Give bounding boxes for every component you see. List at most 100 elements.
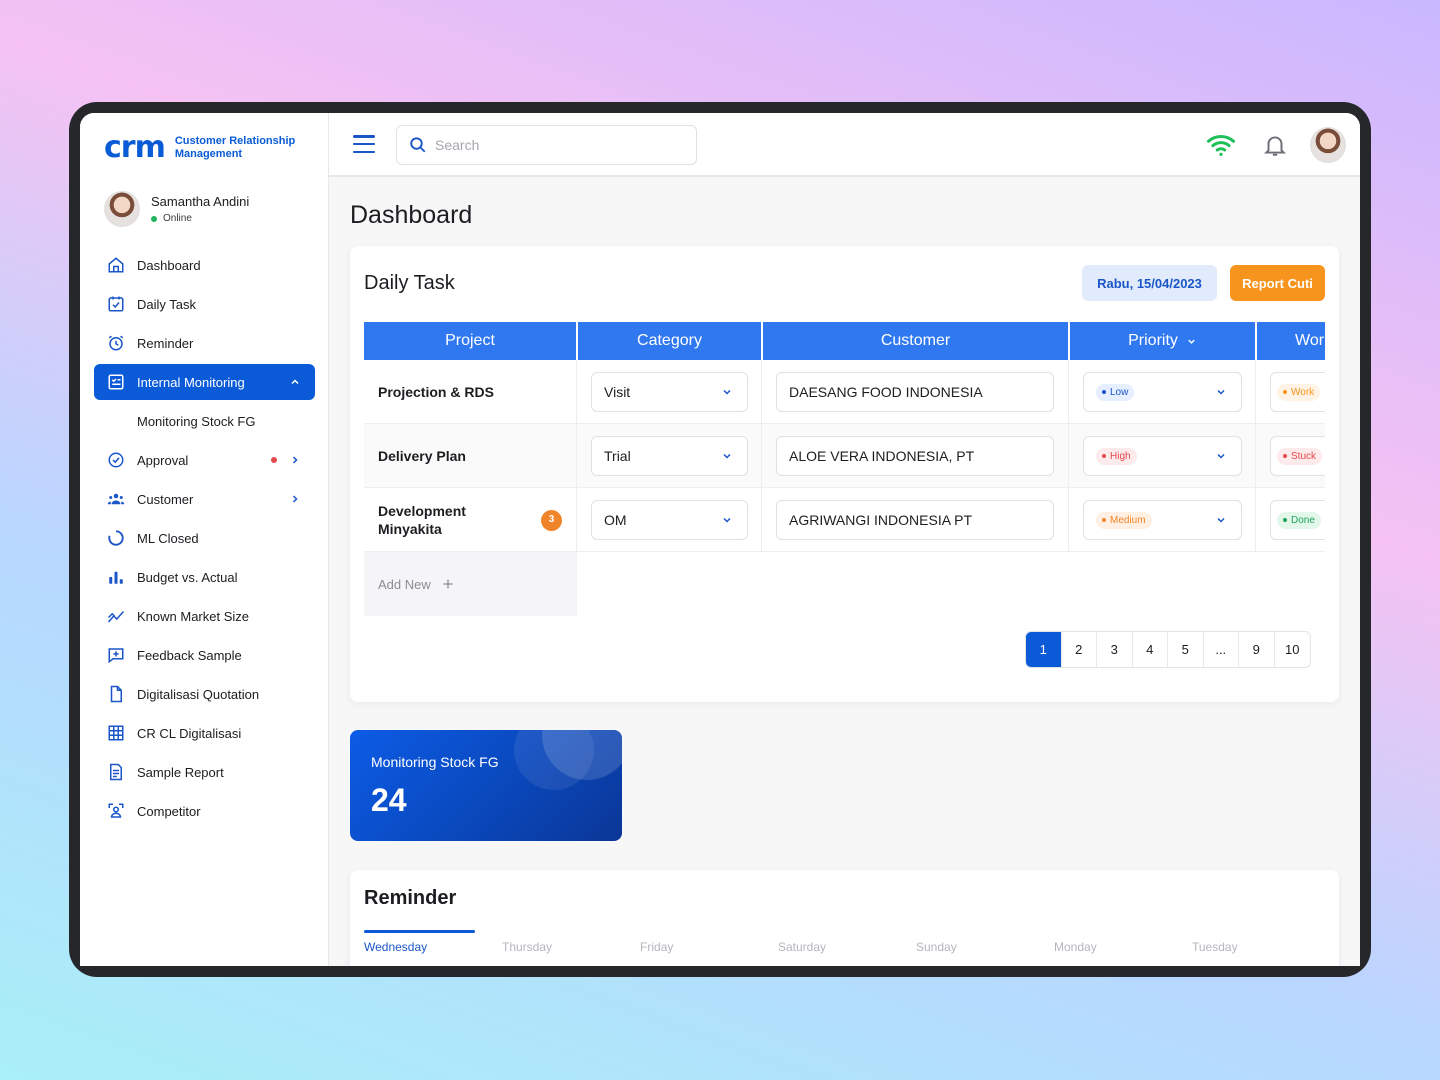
priority-select[interactable]: Low <box>1083 372 1242 412</box>
profile-info: Samantha Andini Online <box>151 194 249 224</box>
bell-icon[interactable] <box>1262 131 1288 159</box>
category-cell: OM <box>577 488 762 552</box>
hamburger-menu-icon[interactable] <box>353 135 375 153</box>
page-button-4[interactable]: 4 <box>1133 632 1168 667</box>
report-icon <box>106 762 126 782</box>
sidebar-item-digitalisasi-quotation[interactable]: Digitalisasi Quotation <box>94 676 315 712</box>
sidebar-item-label: Feedback Sample <box>137 647 242 663</box>
sidebar-item-label: Competitor <box>137 803 201 819</box>
tab-saturday[interactable]: Saturday <box>778 930 916 954</box>
sidebar-item-feedback-sample[interactable]: Feedback Sample <box>94 637 315 673</box>
sidebar-item-known-market-size[interactable]: Known Market Size <box>94 598 315 634</box>
chevron-down-icon <box>1188 339 1195 344</box>
user-profile[interactable]: Samantha Andini Online <box>104 191 249 227</box>
add-new-row-button[interactable]: Add New <box>364 552 577 616</box>
column-header-customer[interactable]: Customer <box>763 322 1070 360</box>
sidebar-item-sample-report[interactable]: Sample Report <box>94 754 315 790</box>
chevron-down-icon <box>1217 389 1225 395</box>
sidebar-item-internal-monitoring[interactable]: Internal Monitoring <box>94 364 315 400</box>
reminder-card: Reminder Wednesday Thursday Friday Satur… <box>350 870 1339 966</box>
search-icon <box>410 137 426 153</box>
sidebar-item-customer[interactable]: Customer <box>94 481 315 517</box>
customer-field[interactable]: ALOE VERA INDONESIA, PT <box>776 436 1054 476</box>
sidebar-item-label: Internal Monitoring <box>137 374 245 390</box>
page-button-1[interactable]: 1 <box>1026 632 1062 667</box>
user-name: Samantha Andini <box>151 194 250 209</box>
page-button-5[interactable]: 5 <box>1168 632 1204 667</box>
chevron-right-icon <box>289 493 301 505</box>
tab-friday[interactable]: Friday <box>640 930 778 954</box>
daily-task-title: Daily Task <box>364 272 455 294</box>
sidebar-item-approval[interactable]: Approval <box>94 442 315 478</box>
category-select[interactable]: OM <box>591 500 748 540</box>
priority-badge-low: Low <box>1096 383 1135 401</box>
page-title: Dashboard <box>350 201 473 229</box>
tab-monday[interactable]: Monday <box>1054 930 1192 954</box>
sidebar-item-daily-task[interactable]: Daily Task <box>94 286 315 322</box>
sidebar-item-label: Customer <box>137 491 194 507</box>
tagline-line-2: Management <box>174 147 243 160</box>
category-select[interactable]: Visit <box>591 372 748 412</box>
column-header-priority[interactable]: Priority <box>1070 322 1257 360</box>
work-dot-icon <box>1283 454 1287 458</box>
search-input[interactable] <box>435 137 675 153</box>
monitoring-stock-card[interactable]: Monitoring Stock FG 24 <box>350 730 622 841</box>
sidebar-item-budget-vs-actual[interactable]: Budget vs. Actual <box>94 559 315 595</box>
tagline-line-1: Customer Relationship <box>174 134 296 147</box>
table-row: Projection & RDS Visit DAESANG FOOD INDO… <box>364 360 1325 424</box>
sidebar-item-label: Known Market Size <box>137 608 249 624</box>
category-value: OM <box>604 512 627 528</box>
sidebar-item-ml-closed[interactable]: ML Closed <box>94 520 315 556</box>
brand-logo[interactable]: crm Customer Relationship Management <box>104 130 295 165</box>
date-badge[interactable]: Rabu, 15/04/2023 <box>1082 265 1217 301</box>
crm-logo-mark: crm <box>104 130 166 165</box>
plus-icon <box>443 579 453 589</box>
wifi-icon[interactable] <box>1206 130 1236 160</box>
report-cuti-button[interactable]: Report Cuti <box>1230 265 1325 301</box>
priority-select[interactable]: High <box>1083 436 1242 476</box>
day-tabs: Wednesday Thursday Friday Saturday Sunda… <box>364 930 1330 954</box>
users-icon <box>106 489 126 509</box>
search-box[interactable] <box>396 125 697 165</box>
priority-dot-icon <box>1102 390 1106 394</box>
work-badge: Stuck <box>1277 447 1323 465</box>
column-header-project[interactable]: Project <box>364 322 578 360</box>
sidebar-item-reminder[interactable]: Reminder <box>94 325 315 361</box>
sidebar-item-dashboard[interactable]: Dashboard <box>94 247 315 283</box>
priority-select[interactable]: Medium <box>1083 500 1242 540</box>
column-header-category[interactable]: Category <box>578 322 763 360</box>
work-status-select[interactable]: Stuck <box>1270 436 1325 476</box>
sidebar-item-cr-cl-digitalisasi[interactable]: CR CL Digitalisasi <box>94 715 315 751</box>
work-status-select[interactable]: Work <box>1270 372 1325 412</box>
chevron-down-icon <box>1217 453 1225 459</box>
sidebar-subitem-monitoring-stock-fg[interactable]: Monitoring Stock FG <box>94 403 315 439</box>
sidebar: crm Customer Relationship Management Sam… <box>80 113 329 966</box>
user-status: Online <box>151 213 249 224</box>
category-select[interactable]: Trial <box>591 436 748 476</box>
column-header-work[interactable]: Wor <box>1257 322 1325 360</box>
customer-field[interactable]: AGRIWANGI INDONESIA PT <box>776 500 1054 540</box>
customer-field[interactable]: DAESANG FOOD INDONESIA <box>776 372 1054 412</box>
page-button-10[interactable]: 10 <box>1275 632 1311 667</box>
chevron-down-icon <box>723 453 731 459</box>
stock-label: Monitoring Stock FG <box>371 754 499 770</box>
page-button-2[interactable]: 2 <box>1062 632 1097 667</box>
category-value: Visit <box>604 384 631 400</box>
sidebar-nav: Dashboard Daily Task Reminder Internal M… <box>94 247 315 832</box>
tab-thursday[interactable]: Thursday <box>502 930 640 954</box>
tab-sunday[interactable]: Sunday <box>916 930 1054 954</box>
brand-tagline: Customer Relationship Management <box>175 135 295 161</box>
sidebar-item-competitor[interactable]: Competitor <box>94 793 315 829</box>
work-status-select[interactable]: Done <box>1270 500 1325 540</box>
page-button-3[interactable]: 3 <box>1097 632 1133 667</box>
sidebar-item-label: Digitalisasi Quotation <box>137 686 260 702</box>
tab-wednesday[interactable]: Wednesday <box>364 930 502 954</box>
page-button-9[interactable]: 9 <box>1239 632 1275 667</box>
avatar[interactable] <box>1310 127 1346 163</box>
category-value: Trial <box>604 448 631 464</box>
sidebar-item-label: Sample Report <box>137 764 224 780</box>
work-badge: Done <box>1277 511 1321 529</box>
daily-task-card: Daily Task Rabu, 15/04/2023 Report Cuti … <box>350 246 1339 702</box>
category-cell: Visit <box>577 360 762 424</box>
tab-tuesday[interactable]: Tuesday <box>1192 930 1330 954</box>
